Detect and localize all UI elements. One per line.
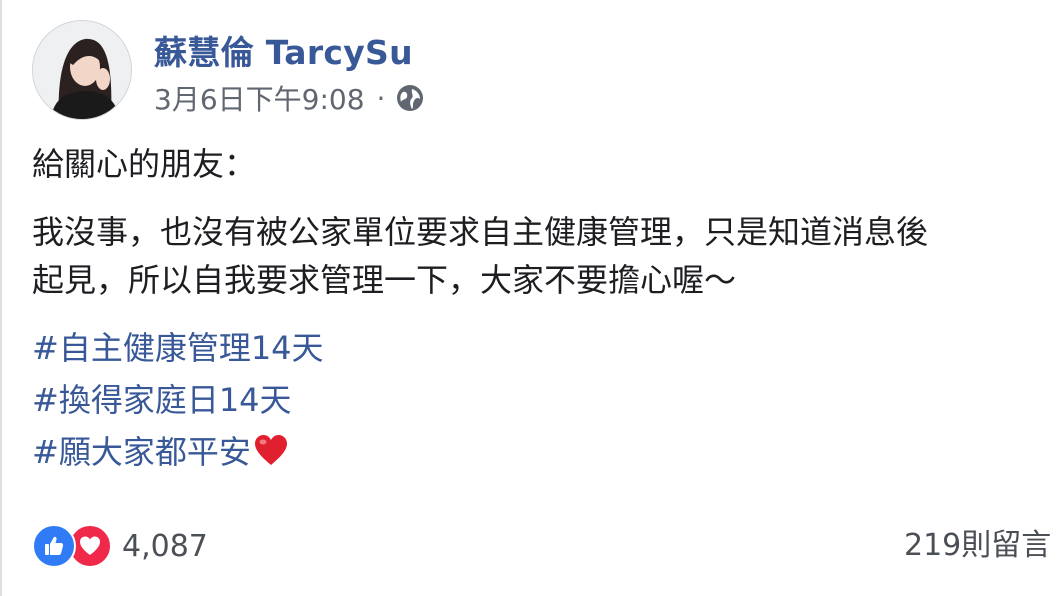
hashtag-link[interactable]: #換得家庭日14天 <box>32 374 1060 426</box>
post-border <box>0 0 2 596</box>
comments-count[interactable]: 219則留言 <box>904 524 1060 568</box>
like-icon[interactable] <box>32 524 76 568</box>
post-greeting: 給關心的朋友： <box>32 145 257 183</box>
hashtag-link[interactable]: #自主健康管理14天 <box>32 322 1060 374</box>
meta-separator: · <box>376 81 386 115</box>
post-timestamp[interactable]: 3月6日下午9:08 <box>154 78 365 118</box>
post-meta: 3月6日下午9:08 · <box>154 80 425 116</box>
author-name[interactable]: 蘇慧倫 TarcySu <box>154 26 413 74</box>
reactions-bar[interactable]: 4,087 <box>32 524 208 568</box>
globe-icon[interactable] <box>395 83 425 113</box>
post-body: 給關心的朋友： 我沒事，也沒有被公家單位要求自主健康管理，只是知道消息後 起見，… <box>32 140 1060 478</box>
red-heart-icon <box>253 432 289 468</box>
post-header: 蘇慧倫 TarcySu 3月6日下午9:08 · <box>32 20 1032 120</box>
post-text-line: 起見，所以自我要求管理一下，大家不要擔心喔～ <box>32 261 737 299</box>
reaction-count[interactable]: 4,087 <box>122 529 208 564</box>
avatar[interactable] <box>32 20 132 120</box>
post-text-line: 我沒事，也沒有被公家單位要求自主健康管理，只是知道消息後 <box>32 213 929 251</box>
avatar-photo <box>33 21 131 119</box>
post-paragraph: 我沒事，也沒有被公家單位要求自主健康管理，只是知道消息後 起見，所以自我要求管理… <box>32 208 1060 304</box>
hashtag-link[interactable]: #願大家都平安 <box>32 426 1060 478</box>
